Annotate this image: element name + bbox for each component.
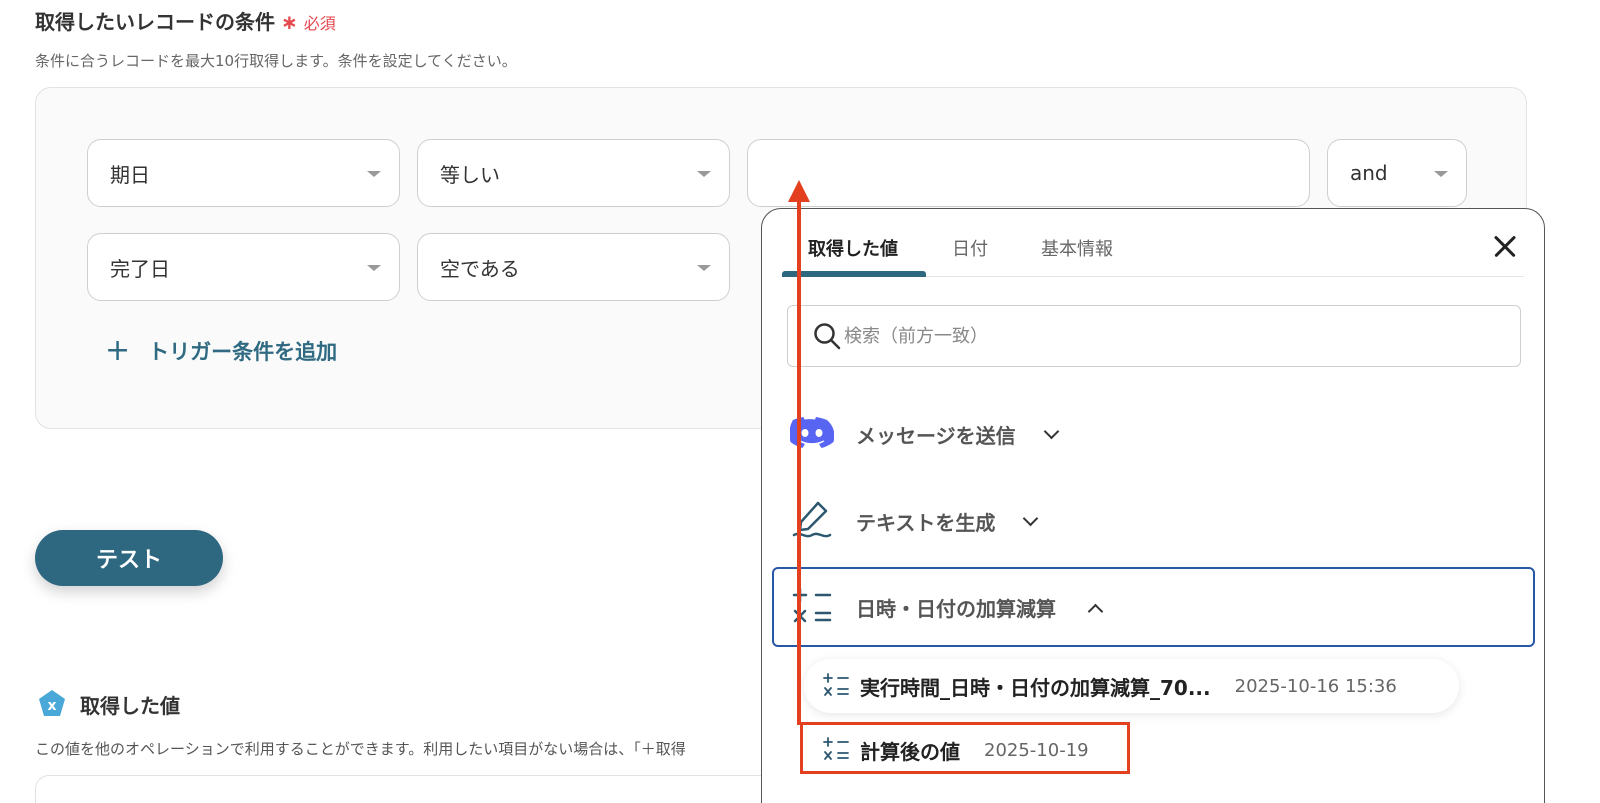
required-star: ∗ xyxy=(281,10,298,34)
acquired-values-title-text: 取得した値 xyxy=(80,693,180,718)
group-datetime-calc[interactable]: 日時・日付の加算減算 xyxy=(790,587,1104,627)
search-icon xyxy=(814,323,841,350)
tab-date[interactable]: 日付 xyxy=(952,235,988,261)
condition-1-field-value: 期日 xyxy=(110,162,150,187)
tab-basic-info[interactable]: 基本情報 xyxy=(1041,235,1113,261)
required-label: 必須 xyxy=(303,14,336,33)
condition-logic-select[interactable]: and xyxy=(1327,139,1467,207)
condition-1-field-select[interactable]: 期日 xyxy=(87,139,400,207)
add-trigger-condition-button[interactable]: + トリガー条件を追加 xyxy=(105,336,337,366)
value-item-execution-time[interactable]: 実行時間_日時・日付の加算減算_70... 2025-10-16 15:36 xyxy=(804,659,1459,713)
condition-1-operator-value: 等しい xyxy=(440,162,500,187)
test-button[interactable]: テスト xyxy=(35,530,223,586)
section-title: 取得したいレコードの条件 ∗ 必須 xyxy=(35,6,336,35)
condition-2-field-value: 完了日 xyxy=(110,256,170,281)
annotation-highlight-box xyxy=(800,722,1130,774)
acquired-values-description: この値を他のオペレーションで利用することができます。利用したい項目がない場合は、… xyxy=(35,740,686,758)
chevron-down-icon xyxy=(697,265,711,271)
condition-1-value-input[interactable] xyxy=(747,139,1310,207)
chevron-down-icon xyxy=(697,171,711,177)
condition-2-operator-select[interactable]: 空である xyxy=(417,233,730,301)
value-picker-popup: 取得した値 日付 基本情報 メッセージを送信 テキストを生成 xyxy=(761,208,1545,803)
popup-tabs: 取得した値 日付 基本情報 xyxy=(782,209,1524,277)
chevron-down-icon xyxy=(1434,171,1448,177)
search-box[interactable] xyxy=(787,305,1521,367)
condition-logic-value: and xyxy=(1350,161,1388,185)
condition-2-field-select[interactable]: 完了日 xyxy=(87,233,400,301)
group-generate-text-label: テキストを生成 xyxy=(856,510,996,535)
chevron-down-icon xyxy=(367,171,381,177)
chevron-down-icon xyxy=(367,265,381,271)
plus-icon: + xyxy=(105,333,131,368)
section-title-text: 取得したいレコードの条件 xyxy=(35,10,275,34)
search-input[interactable] xyxy=(844,325,1444,347)
value-item-name: 実行時間_日時・日付の加算減算_70... xyxy=(860,675,1211,700)
chevron-up-icon xyxy=(1087,603,1104,619)
acquired-values-box xyxy=(35,775,795,803)
annotation-arrow-head xyxy=(788,180,810,202)
section-description: 条件に合うレコードを最大10行取得します。条件を設定してください。 xyxy=(35,52,517,70)
add-trigger-condition-label: トリガー条件を追加 xyxy=(148,340,338,364)
close-icon[interactable] xyxy=(1488,229,1522,263)
group-send-message-label: メッセージを送信 xyxy=(856,423,1016,448)
chevron-down-icon xyxy=(1043,423,1059,439)
annotation-arrow-shaft xyxy=(797,195,801,725)
acquired-values-title: x 取得した値 xyxy=(36,688,180,720)
group-send-message[interactable]: メッセージを送信 xyxy=(790,417,1059,451)
active-tab-indicator xyxy=(782,271,926,277)
condition-2-operator-value: 空である xyxy=(440,256,520,281)
tab-acquired-values[interactable]: 取得した値 xyxy=(808,235,898,261)
variable-x-icon: x xyxy=(39,690,65,716)
group-generate-text[interactable]: テキストを生成 xyxy=(790,499,1039,543)
chevron-down-icon xyxy=(1023,510,1039,526)
condition-1-operator-select[interactable]: 等しい xyxy=(417,139,730,207)
value-item-date: 2025-10-16 15:36 xyxy=(1234,675,1397,697)
calculator-icon xyxy=(823,673,849,696)
svg-text:x: x xyxy=(47,698,56,714)
group-datetime-calc-label: 日時・日付の加算減算 xyxy=(856,596,1056,621)
